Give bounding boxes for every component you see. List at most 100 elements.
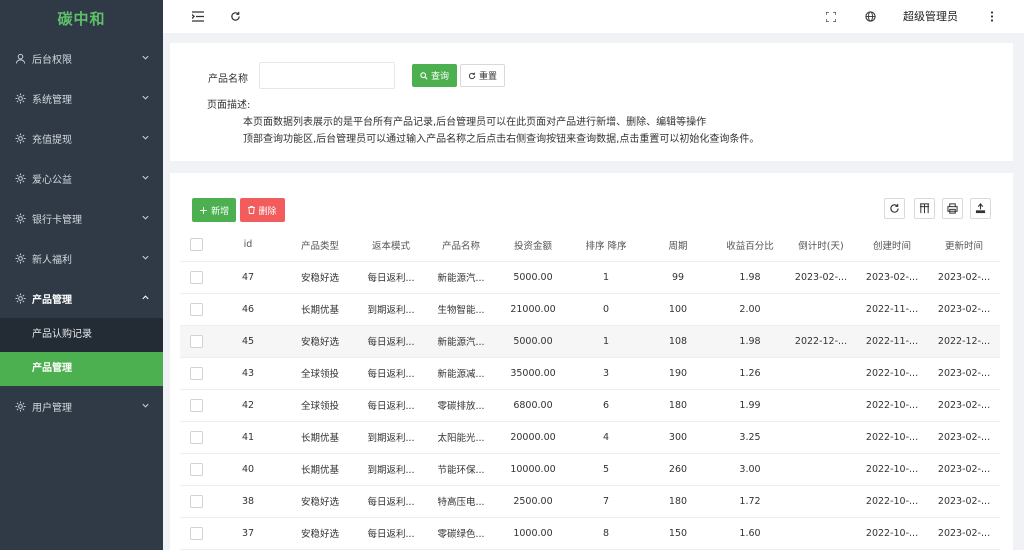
sidebar-subitem[interactable]: 产品管理 xyxy=(0,352,163,386)
product-name-input[interactable] xyxy=(259,62,395,89)
sidebar-submenu: 产品认购记录 产品管理 xyxy=(0,318,163,386)
select-all-checkbox[interactable] xyxy=(189,238,203,252)
column-header[interactable]: 倒计时(天) xyxy=(786,229,856,262)
reset-button[interactable]: 重置 xyxy=(460,64,505,87)
table-cell: 新能源减... xyxy=(426,357,496,390)
sidebar-item[interactable]: 充值提现 xyxy=(0,118,163,158)
table-cell: 3 xyxy=(570,357,642,390)
export-button[interactable] xyxy=(970,198,991,219)
table-cell: 1.60 xyxy=(714,517,786,550)
refresh-icon xyxy=(890,203,899,213)
row-select-cell xyxy=(180,389,212,422)
table-cell: 2023-02-... xyxy=(856,261,928,294)
menu-fold-icon[interactable] xyxy=(191,10,204,23)
table-cell: 2023-02-... xyxy=(928,293,1000,326)
sidebar: 碳中和 后台权限 系统管理 充值提现 爱心公益 银行卡管理 新人福利 产品管理 产品认购记录产… xyxy=(0,0,163,550)
chevron-down-icon xyxy=(141,133,151,143)
delete-button[interactable]: 删除 xyxy=(240,198,285,222)
table-cell: 每日返利... xyxy=(356,261,426,294)
table-cell: 2023-02-... xyxy=(928,421,1000,454)
table-cell: 190 xyxy=(642,357,714,390)
column-header[interactable]: 更新时间 xyxy=(928,229,1000,262)
column-header[interactable]: 投资金额 xyxy=(496,229,570,262)
table-cell: 新能源汽... xyxy=(426,261,496,294)
table-cell: 1 xyxy=(570,261,642,294)
table-row[interactable]: 42 全球领投 每日返利... 零碳排放... 6800.00 6 180 1.99 2022-… xyxy=(180,389,1000,422)
table-cell: 43 xyxy=(212,357,284,390)
row-checkbox[interactable] xyxy=(189,494,203,508)
gear-icon xyxy=(14,400,26,412)
row-checkbox[interactable] xyxy=(189,462,203,476)
plus-icon: + xyxy=(198,203,209,217)
row-checkbox[interactable] xyxy=(189,270,203,284)
globe-icon[interactable] xyxy=(864,10,877,23)
table-row[interactable]: 46 长期优基 到期返利... 生物智能... 21000.00 0 100 2.00 2022… xyxy=(180,293,1000,326)
row-checkbox[interactable] xyxy=(189,334,203,348)
table-cell: 2022-10-... xyxy=(856,421,928,454)
table-row[interactable]: 45 安稳好选 每日返利... 新能源汽... 5000.00 1 108 1.98 2022-… xyxy=(180,325,1000,358)
row-checkbox[interactable] xyxy=(189,302,203,316)
table-cell: 1.98 xyxy=(714,261,786,294)
column-header[interactable]: 收益百分比 xyxy=(714,229,786,262)
columns-button[interactable] xyxy=(914,198,935,219)
table-cell: 0 xyxy=(570,293,642,326)
table-row[interactable]: 47 安稳好选 每日返利... 新能源汽... 5000.00 1 99 1.98 2023-0… xyxy=(180,261,1000,294)
sidebar-item[interactable]: 用户管理 xyxy=(0,386,163,426)
column-header[interactable]: 周期 xyxy=(642,229,714,262)
sidebar-item[interactable]: 新人福利 xyxy=(0,238,163,278)
sidebar-item[interactable]: 后台权限 xyxy=(0,38,163,78)
app-logo: 碳中和 xyxy=(57,10,106,28)
sidebar-item-label: 用户管理 xyxy=(32,402,72,414)
admin-name[interactable]: 超级管理员 xyxy=(903,0,958,33)
sidebar-item[interactable]: 系统管理 xyxy=(0,78,163,118)
table-row[interactable]: 40 长期优基 到期返利... 节能环保... 10000.00 5 260 3.00 2022… xyxy=(180,453,1000,486)
table-cell: 2022-11-... xyxy=(856,325,928,358)
sidebar-item-label: 系统管理 xyxy=(32,94,72,106)
table-cell: 99 xyxy=(642,261,714,294)
table-cell: 1.98 xyxy=(714,325,786,358)
table-refresh-button[interactable] xyxy=(884,198,905,219)
table-row[interactable]: 38 安稳好选 每日返利... 特高压电... 2500.00 7 180 1.72 2022-… xyxy=(180,485,1000,518)
column-header[interactable]: 产品类型 xyxy=(284,229,356,262)
table-row[interactable]: 41 长期优基 到期返利... 太阳能光... 20000.00 4 300 3.25 2022… xyxy=(180,421,1000,454)
sidebar-item-label: 后台权限 xyxy=(32,54,72,66)
table-row[interactable]: 37 安稳好选 每日返利... 零碳绿色... 1000.00 8 150 1.60 2022-… xyxy=(180,517,1000,550)
table-cell: 2023-02-... xyxy=(928,261,1000,294)
sidebar-item[interactable]: 产品管理 xyxy=(0,278,163,318)
product-name-label: 产品名称 xyxy=(208,74,248,85)
column-header[interactable]: 创建时间 xyxy=(856,229,928,262)
column-header[interactable]: 返本模式 xyxy=(356,229,426,262)
query-button[interactable]: 查询 xyxy=(412,64,457,87)
gear-icon xyxy=(14,292,26,304)
refresh-icon[interactable] xyxy=(229,10,242,23)
table-cell: 安稳好选 xyxy=(284,325,356,358)
sidebar-subitem[interactable]: 产品认购记录 xyxy=(0,318,163,352)
description-line-2: 顶部查询功能区,后台管理员可以通过输入产品名称之后点击右侧查询按钮来查询数据,点… xyxy=(243,134,760,145)
table-cell: 安稳好选 xyxy=(284,517,356,550)
more-vertical-icon[interactable] xyxy=(985,10,998,23)
table-cell: 260 xyxy=(642,453,714,486)
row-checkbox[interactable] xyxy=(189,430,203,444)
table-cell: 长期优基 xyxy=(284,421,356,454)
chevron-down-icon xyxy=(141,93,151,103)
table-cell: 全球领投 xyxy=(284,389,356,422)
fullscreen-icon[interactable] xyxy=(824,10,837,23)
row-checkbox[interactable] xyxy=(189,366,203,380)
column-header[interactable]: id xyxy=(212,229,284,262)
table-cell: 6 xyxy=(570,389,642,422)
gear-icon xyxy=(14,212,26,224)
sidebar-item[interactable]: 爱心公益 xyxy=(0,158,163,198)
table-cell: 40 xyxy=(212,453,284,486)
table-cell: 42 xyxy=(212,389,284,422)
add-button[interactable]: + 新增 xyxy=(192,198,236,222)
sidebar-item[interactable]: 银行卡管理 xyxy=(0,198,163,238)
table-cell: 2023-02-... xyxy=(928,357,1000,390)
table-cell: 5000.00 xyxy=(496,261,570,294)
row-checkbox[interactable] xyxy=(189,398,203,412)
column-header[interactable]: 排序 降序 xyxy=(570,229,642,262)
print-button[interactable] xyxy=(942,198,963,219)
row-checkbox[interactable] xyxy=(189,526,203,540)
table-cell: 特高压电... xyxy=(426,485,496,518)
table-row[interactable]: 43 全球领投 每日返利... 新能源减... 35000.00 3 190 1.26 2022… xyxy=(180,357,1000,390)
column-header[interactable]: 产品名称 xyxy=(426,229,496,262)
